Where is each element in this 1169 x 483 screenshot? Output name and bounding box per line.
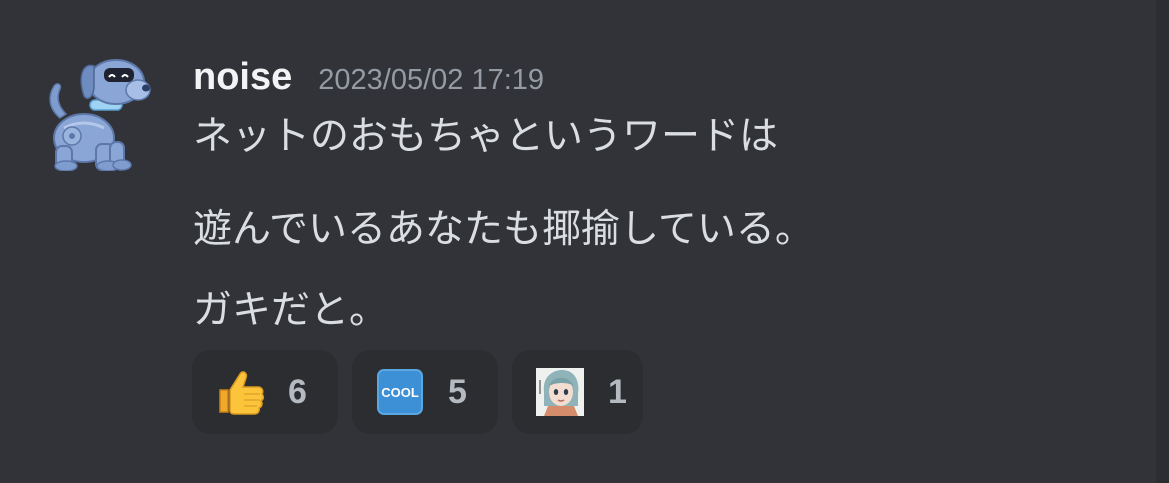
robot-dog-icon xyxy=(49,59,151,172)
reaction-cool[interactable]: COOL 5 xyxy=(352,350,498,434)
reaction-custom[interactable]: 1 xyxy=(512,350,643,434)
message-line: 遊んでいるあなたも揶揄している。 xyxy=(193,207,814,252)
custom-anime-girl-emoji xyxy=(534,366,586,418)
message-header: noise 2023/05/02 17:19 xyxy=(193,54,544,100)
chat-message: noise 2023/05/02 17:19 ネットのおもちゃというワードは 遊… xyxy=(0,0,1150,483)
reaction-thumbs-up[interactable]: 6 xyxy=(192,350,338,434)
username[interactable]: noise xyxy=(193,54,292,100)
message-line: ネットのおもちゃというワードは xyxy=(193,114,779,159)
timestamp: 2023/05/02 17:19 xyxy=(318,64,545,96)
scrollbar[interactable] xyxy=(1156,0,1169,483)
svg-text:COOL: COOL xyxy=(381,385,419,400)
thumbs-up-icon xyxy=(214,366,266,418)
avatar[interactable] xyxy=(42,56,152,172)
cool-button-icon: COOL xyxy=(374,366,426,418)
reaction-count: 6 xyxy=(288,372,307,411)
reactions-bar: 6 COOL 5 1 xyxy=(192,350,643,434)
message-line: ガキだと。 xyxy=(193,288,389,333)
reaction-count: 1 xyxy=(608,372,627,411)
reaction-count: 5 xyxy=(448,372,467,411)
